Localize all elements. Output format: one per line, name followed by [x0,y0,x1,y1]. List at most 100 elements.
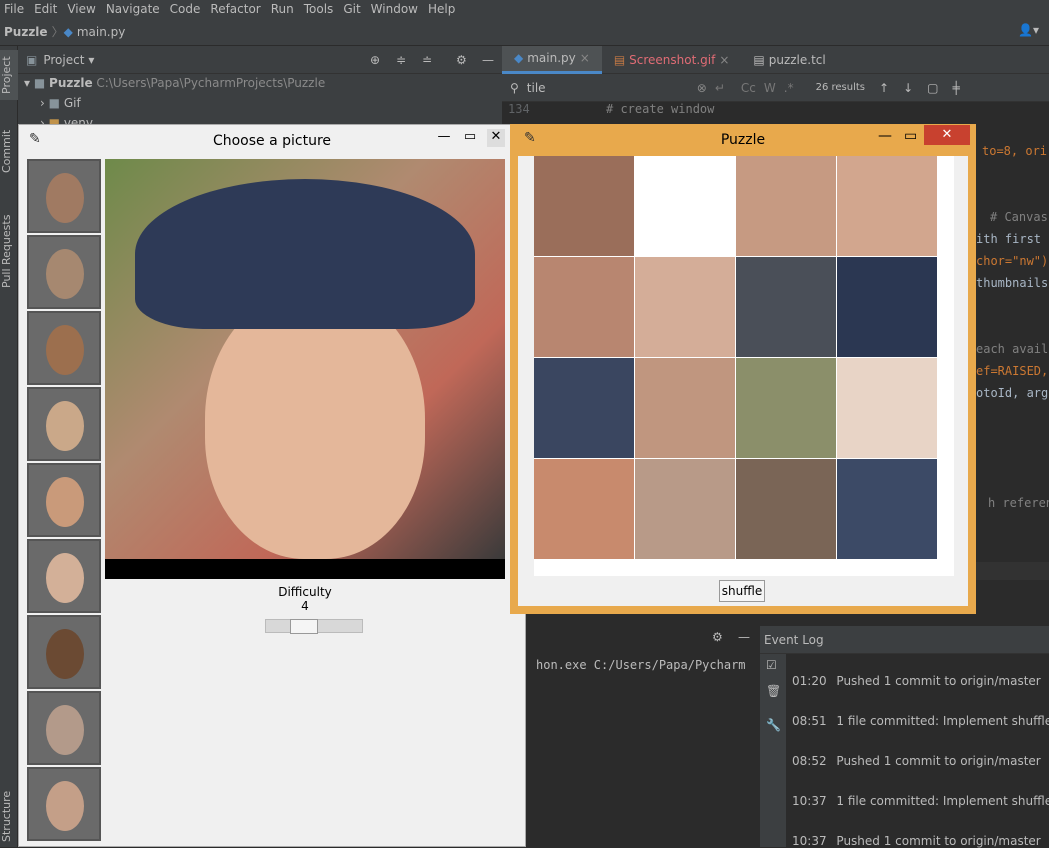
code-line: to=8, ori [982,144,1048,158]
tab-structure[interactable]: Structure [0,786,18,846]
thumbnail-face [46,705,84,755]
clear-icon[interactable]: ⊗ [697,81,707,95]
expand-all-icon[interactable]: ≑ [396,53,406,67]
close-icon[interactable]: × [580,51,590,65]
match-case-toggle[interactable]: Cc [741,81,756,95]
thumbnail-picture[interactable] [27,767,101,841]
thumbnail-picture[interactable] [27,159,101,233]
puzzle-tile[interactable] [635,358,735,458]
puzzle-tile[interactable] [635,257,735,357]
puzzle-tile[interactable] [837,156,937,256]
puzzle-tile[interactable] [534,459,634,559]
gear-icon[interactable]: ⚙ [456,53,467,67]
event-text[interactable]: 1 file committed: Implement shuffleing [836,714,1049,728]
maximize-button[interactable]: ▭ [461,129,479,147]
menu-help[interactable]: Help [424,2,461,16]
menu-refactor[interactable]: Refactor [206,2,266,16]
newline-icon[interactable]: ↵ [715,81,725,95]
puzzle-tile[interactable] [736,156,836,256]
arrow-up-icon[interactable]: ↑ [879,81,889,95]
window-title: Choose a picture [212,133,332,149]
thumbnail-picture[interactable] [27,691,101,765]
puzzle-tile[interactable] [534,156,634,256]
tab-screenshot-gif[interactable]: ▤ Screenshot.gif × [602,46,742,74]
thumbnail-face [46,249,84,299]
words-toggle[interactable]: W [764,81,776,95]
filter-icon[interactable]: ╪ [952,81,959,95]
thumbnail-picture[interactable] [27,539,101,613]
puzzle-tile[interactable] [534,358,634,458]
chevron-right-icon: › [40,116,45,124]
menu-view[interactable]: View [63,2,101,16]
minimize-icon[interactable]: — [738,630,750,644]
menu-run[interactable]: Run [267,2,300,16]
minimize-button[interactable]: — [878,128,892,144]
thumbnail-picture[interactable] [27,463,101,537]
minimize-button[interactable]: — [435,129,453,147]
puzzle-tile[interactable] [736,358,836,458]
trash-icon[interactable]: 🗑 [766,684,781,698]
arrow-down-icon[interactable]: ↓ [903,81,913,95]
tab-commit[interactable]: Commit [0,126,18,176]
menu-file[interactable]: File [0,2,30,16]
puzzle-tile[interactable] [736,257,836,357]
menu-git[interactable]: Git [339,2,366,16]
puzzle-tile[interactable] [837,257,937,357]
close-button[interactable]: ✕ [924,125,970,145]
code-line: otoId, arg [976,386,1049,400]
collapse-all-icon[interactable]: ≐ [422,53,432,67]
thumbnail-picture[interactable] [27,615,101,689]
puzzle-tile[interactable] [635,459,735,559]
mark-read-icon[interactable]: ☑ [766,658,777,672]
difficulty-slider[interactable] [265,619,363,634]
breadcrumb-file[interactable]: main.py [73,25,130,39]
thumbnail-picture[interactable] [27,235,101,309]
wrench-icon[interactable]: 🔧 [766,718,781,732]
event-text[interactable]: Pushed 1 commit to origin/master [836,754,1040,768]
breadcrumb-project[interactable]: Puzzle [0,25,52,39]
puzzle-tile[interactable] [837,358,937,458]
chevron-down-icon[interactable]: ▾ [88,53,94,67]
puzzle-tile[interactable] [534,257,634,357]
puzzle-canvas[interactable] [534,156,954,576]
tree-item-venv[interactable]: › ■ venv [40,116,93,124]
thumbnail-face [46,325,84,375]
puzzle-tile[interactable] [837,459,937,559]
event-text[interactable]: 1 file committed: Implement shuffleing [836,794,1049,808]
puzzle-tile[interactable] [635,156,735,256]
minimize-icon[interactable]: — [482,53,494,67]
slider-handle[interactable] [290,619,318,634]
thumbnail-picture[interactable] [27,311,101,385]
close-button[interactable]: ✕ [487,129,505,147]
shuffle-button[interactable]: shuffle [719,580,765,602]
select-all-icon[interactable]: ▢ [927,81,938,95]
menu-edit[interactable]: Edit [30,2,63,16]
regex-icon[interactable]: .* [784,81,794,95]
user-icon[interactable]: 👤▾ [1018,23,1039,37]
locate-icon[interactable]: ⊕ [370,53,380,67]
gear-icon[interactable]: ⚙ [712,630,723,644]
window-titlebar: ✎ Puzzle — ▭ ✕ [510,124,976,156]
tab-project[interactable]: Project [0,50,18,100]
maximize-button[interactable]: ▭ [904,128,917,144]
menu-window[interactable]: Window [367,2,424,16]
search-input[interactable]: tile [527,81,697,95]
tab-pull-requests[interactable]: Pull Requests [0,206,18,296]
tab-label: main.py [527,51,576,65]
thumbnail-face [46,553,84,603]
tab-main-py[interactable]: ◆ main.py × [502,45,602,74]
thumbnail-picture[interactable] [27,387,101,461]
run-console[interactable]: ⚙ — hon.exe C:/Users/Papa/Pycharm [532,626,760,847]
tree-item-root[interactable]: ▾ ■ Puzzle C:\Users\Papa\PycharmProjects… [24,76,325,90]
event-text[interactable]: Pushed 1 commit to origin/master [836,674,1040,688]
puzzle-tile[interactable] [736,459,836,559]
event-time: 08:52 [792,754,827,768]
tab-puzzle-tcl[interactable]: ▤ puzzle.tcl [741,46,837,74]
menu-tools[interactable]: Tools [300,2,340,16]
close-icon[interactable]: × [719,53,729,67]
event-text[interactable]: Pushed 1 commit to origin/master [836,834,1040,848]
tree-item-gif[interactable]: › ■ Gif [40,96,81,110]
menu-navigate[interactable]: Navigate [102,2,166,16]
project-panel-title[interactable]: Project [43,53,84,67]
menu-code[interactable]: Code [166,2,207,16]
